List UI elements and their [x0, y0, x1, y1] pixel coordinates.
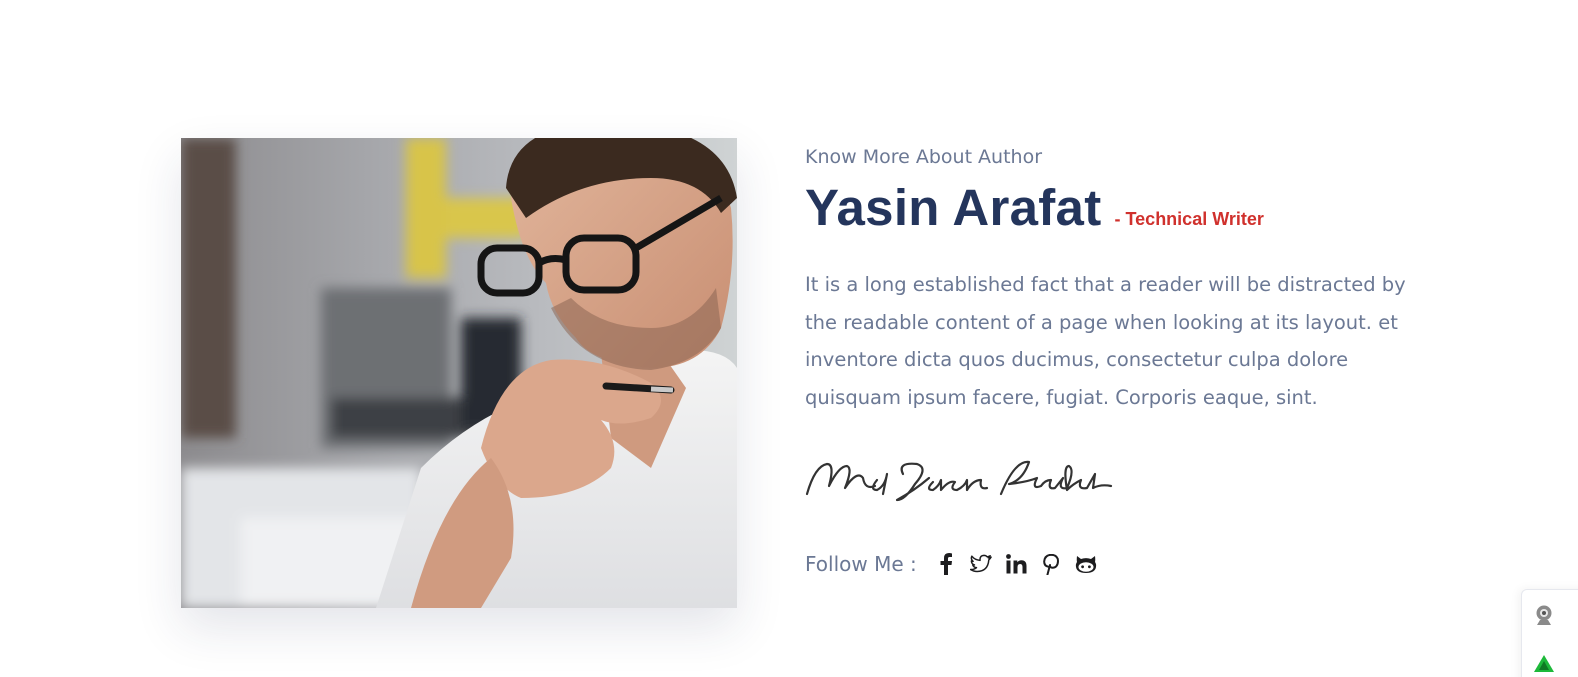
pinterest-icon[interactable] [1034, 549, 1069, 579]
author-photo [181, 138, 737, 608]
linkedin-icon[interactable] [999, 549, 1034, 579]
author-signature [805, 456, 1115, 506]
author-name: Yasin Arafat [805, 179, 1102, 236]
name-row: Yasin Arafat - Technical Writer [805, 178, 1445, 238]
follow-label: Follow Me : [805, 552, 917, 576]
author-info: Know More About Author Yasin Arafat - Te… [805, 142, 1445, 506]
twitter-icon[interactable] [964, 549, 999, 579]
side-widget [1521, 589, 1578, 677]
facebook-icon[interactable] [929, 549, 964, 579]
drive-icon[interactable] [1532, 652, 1556, 676]
author-section: Know More About Author Yasin Arafat - Te… [0, 0, 1578, 677]
follow-row: Follow Me : [805, 549, 1104, 579]
section-eyebrow: Know More About Author [805, 146, 1043, 168]
github-icon[interactable] [1069, 549, 1104, 579]
author-bio: It is a long established fact that a rea… [805, 273, 1406, 409]
webcam-icon[interactable] [1532, 604, 1556, 628]
author-role: - Technical Writer [1114, 209, 1264, 229]
